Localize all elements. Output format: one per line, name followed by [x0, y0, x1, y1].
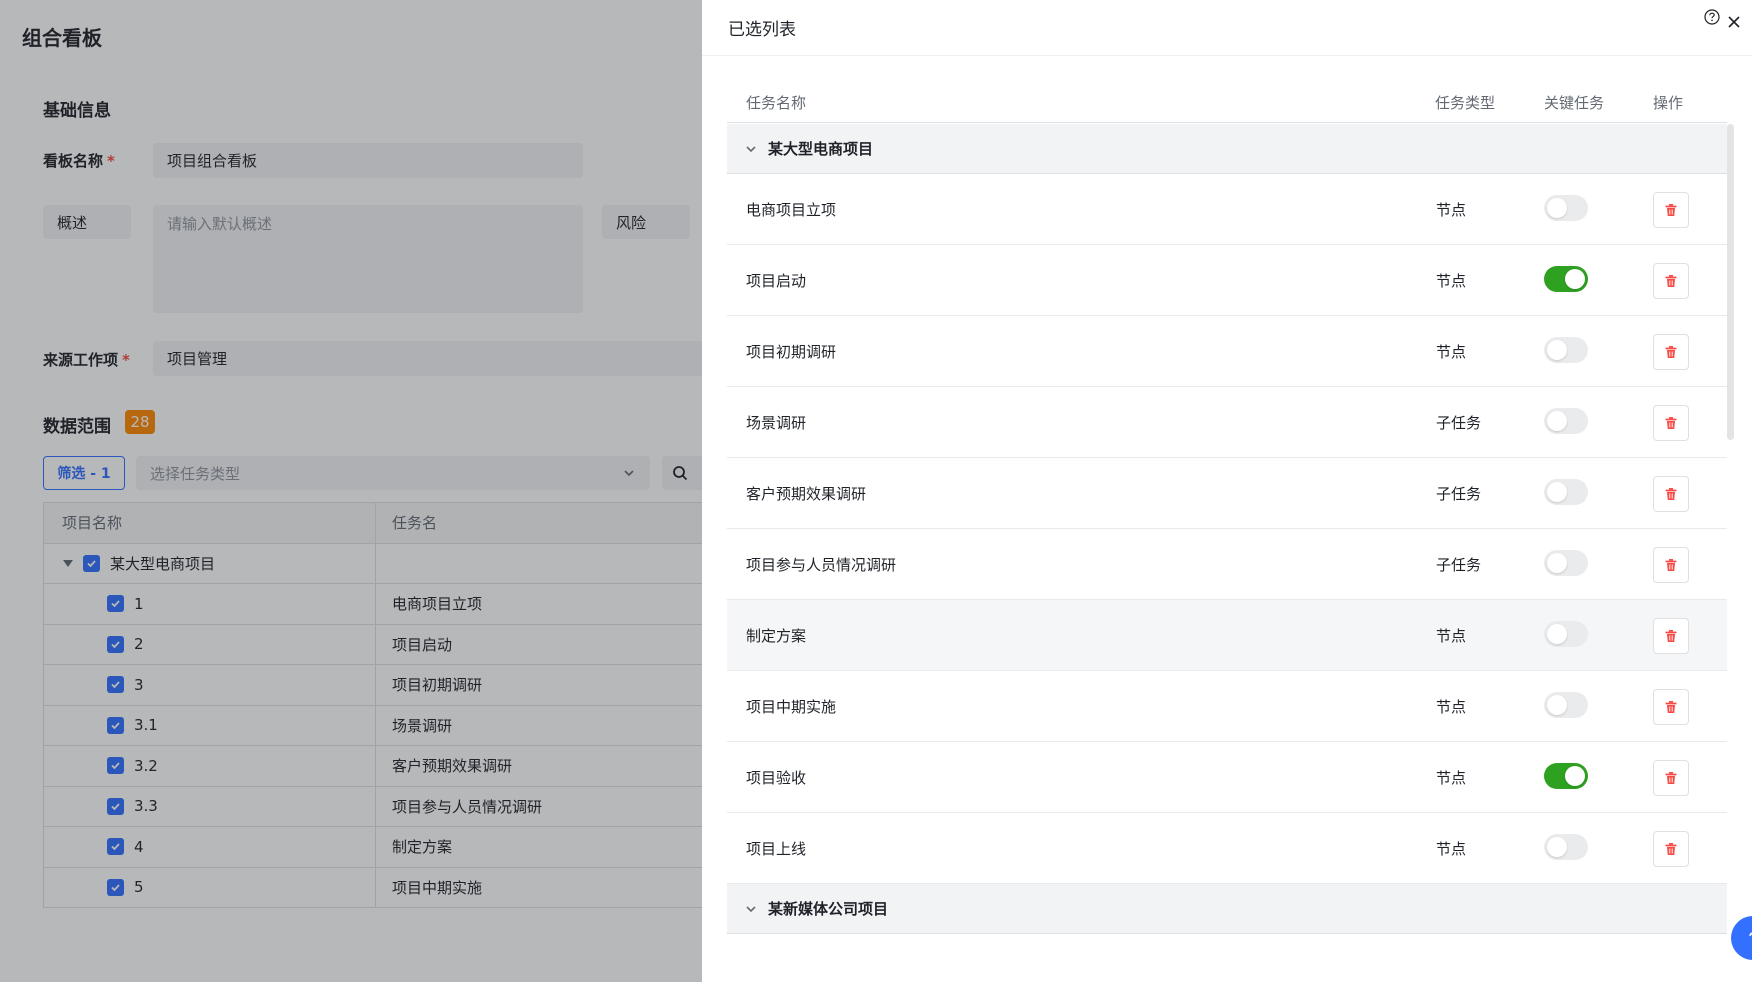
delete-button[interactable] — [1653, 618, 1689, 654]
task-name: 客户预期效果调研 — [746, 485, 867, 503]
app-root: 组合看板 基础信息 看板名称 * 项目组合看板 概述 请输入默认概述 风险 来源工… — [0, 0, 1752, 982]
task-name: 项目启动 — [746, 272, 807, 290]
list-item[interactable]: 场景调研 子任务 — [727, 387, 1727, 458]
trash-icon — [1665, 559, 1677, 571]
key-task-toggle[interactable] — [1544, 195, 1588, 221]
delete-button[interactable] — [1653, 547, 1689, 583]
task-type: 节点 — [1436, 272, 1467, 290]
task-name: 电商项目立项 — [746, 201, 837, 219]
chevron-down-icon[interactable] — [744, 142, 758, 156]
task-name: 制定方案 — [746, 627, 807, 645]
column-header-type: 任务类型 — [1435, 94, 1496, 112]
chevron-down-icon[interactable] — [744, 902, 758, 916]
key-task-toggle[interactable] — [1544, 266, 1588, 292]
trash-icon — [1665, 630, 1677, 642]
task-type: 节点 — [1436, 769, 1467, 787]
key-task-toggle[interactable] — [1544, 479, 1588, 505]
list-item[interactable]: 项目上线 节点 — [727, 813, 1727, 884]
delete-button[interactable] — [1653, 689, 1689, 725]
group-row[interactable]: 某新媒体公司项目 — [727, 884, 1727, 934]
list-item[interactable]: 项目中期实施 节点 — [727, 671, 1727, 742]
delete-button[interactable] — [1653, 192, 1689, 228]
list-item[interactable]: 客户预期效果调研 子任务 — [727, 458, 1727, 529]
list-item[interactable]: 电商项目立项 节点 — [727, 174, 1727, 245]
delete-button[interactable] — [1653, 476, 1689, 512]
delete-button[interactable] — [1653, 831, 1689, 867]
trash-icon — [1665, 701, 1677, 713]
key-task-toggle[interactable] — [1544, 337, 1588, 363]
list-item[interactable]: 项目启动 节点 — [727, 245, 1727, 316]
task-type: 节点 — [1436, 698, 1467, 716]
trash-icon — [1665, 417, 1677, 429]
column-header-name: 任务名称 — [746, 94, 807, 112]
key-task-toggle[interactable] — [1544, 408, 1588, 434]
task-type: 节点 — [1436, 840, 1467, 858]
trash-icon — [1665, 204, 1677, 216]
column-header-action: 操作 — [1653, 94, 1684, 112]
task-type: 子任务 — [1436, 556, 1482, 574]
key-task-toggle[interactable] — [1544, 621, 1588, 647]
task-name: 项目中期实施 — [746, 698, 837, 716]
list-item[interactable]: 项目验收 节点 — [727, 742, 1727, 813]
scrollbar[interactable] — [1727, 124, 1734, 440]
group-name: 某大型电商项目 — [768, 140, 874, 158]
task-type: 子任务 — [1436, 485, 1482, 503]
trash-icon — [1665, 275, 1677, 287]
delete-button[interactable] — [1653, 263, 1689, 299]
task-name: 项目上线 — [746, 840, 807, 858]
key-task-toggle[interactable] — [1544, 692, 1588, 718]
help-icon — [1749, 932, 1752, 944]
list-item[interactable]: 制定方案 节点 — [727, 600, 1727, 671]
help-icon[interactable] — [1704, 9, 1720, 25]
drawer-header: 已选列表 — [702, 0, 1752, 56]
trash-icon — [1665, 772, 1677, 784]
task-name: 项目验收 — [746, 769, 807, 787]
task-type: 节点 — [1436, 201, 1467, 219]
group-name: 某新媒体公司项目 — [768, 900, 889, 918]
task-name: 场景调研 — [746, 414, 807, 432]
column-header-key: 关键任务 — [1544, 94, 1605, 112]
key-task-toggle[interactable] — [1544, 834, 1588, 860]
close-icon[interactable] — [1727, 15, 1741, 29]
trash-icon — [1665, 488, 1677, 500]
modal-mask[interactable] — [0, 0, 702, 982]
trash-icon — [1665, 346, 1677, 358]
key-task-toggle[interactable] — [1544, 550, 1588, 576]
task-type: 节点 — [1436, 627, 1467, 645]
task-type: 子任务 — [1436, 414, 1482, 432]
trash-icon — [1665, 843, 1677, 855]
delete-button[interactable] — [1653, 334, 1689, 370]
task-name: 项目参与人员情况调研 — [746, 556, 897, 574]
delete-button[interactable] — [1653, 760, 1689, 796]
delete-button[interactable] — [1653, 405, 1689, 441]
task-type: 节点 — [1436, 343, 1467, 361]
task-name: 项目初期调研 — [746, 343, 837, 361]
list-item[interactable]: 项目初期调研 节点 — [727, 316, 1727, 387]
key-task-toggle[interactable] — [1544, 763, 1588, 789]
drawer-title: 已选列表 — [728, 20, 796, 40]
group-row[interactable]: 某大型电商项目 — [727, 124, 1727, 174]
selected-list-drawer: 已选列表 任务名称 任务类型 关键任务 操作 某大型电商项目 电商项目立项 节点 项目… — [702, 0, 1752, 982]
floating-help-button[interactable] — [1731, 916, 1752, 960]
list-item[interactable]: 项目参与人员情况调研 子任务 — [727, 529, 1727, 600]
